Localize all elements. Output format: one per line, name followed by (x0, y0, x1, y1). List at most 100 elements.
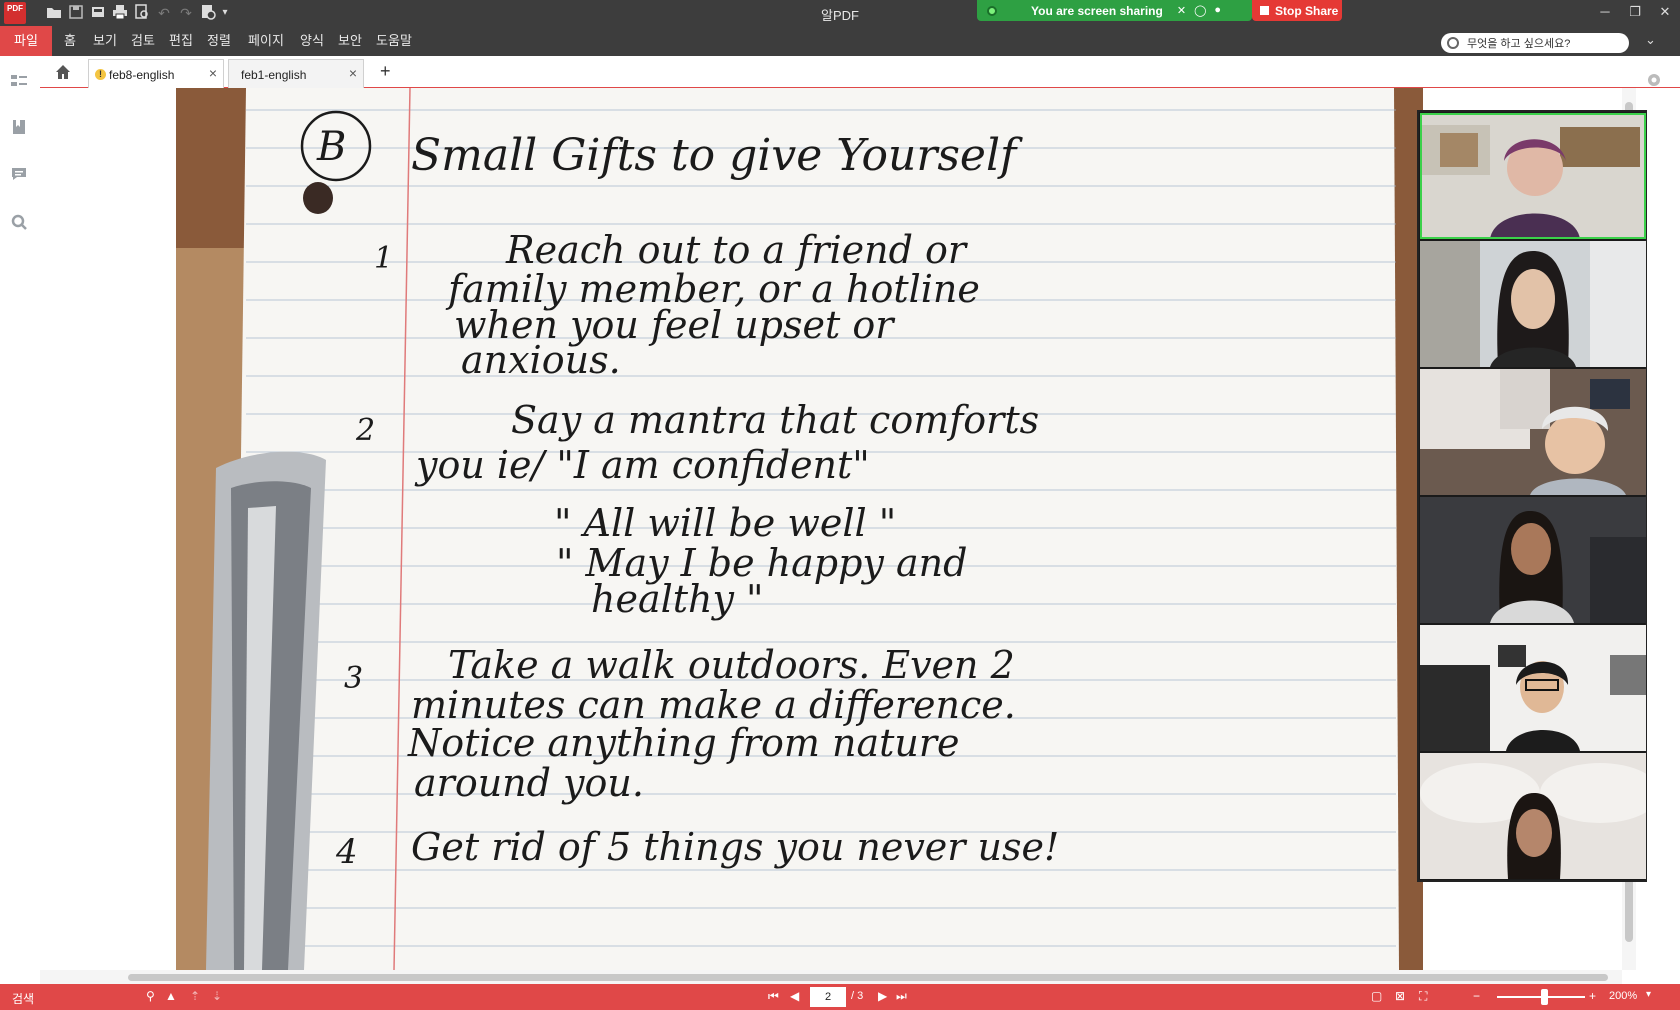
minimize-icon[interactable]: ─ (1590, 0, 1620, 24)
last-page-icon[interactable]: ⏭ (896, 989, 907, 1004)
next-page-icon[interactable]: ▶ (878, 989, 887, 1003)
video-tile-participant-2[interactable] (1420, 241, 1646, 367)
page-total: / 3 (851, 990, 864, 1002)
fit-width-icon[interactable]: ⛶ (1419, 989, 1427, 1004)
video-tile-participant-1[interactable] (1420, 113, 1646, 239)
thumbnails-icon[interactable] (10, 72, 28, 90)
customize-toolbar-icon[interactable]: ▾ (220, 3, 230, 23)
doc-line-7: you ie/ "I am confident" (414, 443, 870, 487)
share-status-text: You are screen sharing (1031, 3, 1163, 18)
close-tab-icon[interactable]: × (349, 65, 357, 81)
doc-line-14: around you. (414, 761, 644, 805)
warning-icon: ! (95, 69, 106, 80)
close-icon[interactable]: ✕ (1650, 0, 1680, 24)
undo-icon[interactable]: ↶ (154, 3, 174, 23)
tab-label: feb8-english (109, 68, 175, 82)
menu-bar: 파일 홈 보기 검토 편집 정렬 페이지 양식 보안 도움말 무엇을 하고 싶으… (0, 26, 1680, 56)
video-tile-participant-5[interactable] (1420, 625, 1646, 751)
document-tab-bar: ! feb8-english × feb1-english × + (40, 56, 1680, 88)
menu-arrange[interactable]: 정렬 (203, 26, 235, 56)
tab-label: feb1-english (241, 68, 307, 82)
first-page-icon[interactable]: ⏮ (768, 989, 779, 1004)
screen-share-banner[interactable]: You are screen sharing ✕ ◯ ● (977, 0, 1252, 21)
doc-line-2: Reach out to a friend or (505, 228, 969, 272)
single-page-view-icon[interactable]: ▢ (1371, 989, 1382, 1003)
save-icon[interactable] (66, 3, 86, 23)
close-tab-icon[interactable]: × (209, 65, 217, 81)
document-view[interactable]: B Small Gifts to give Yourself 1 Reach o… (40, 88, 1640, 970)
menu-view[interactable]: 보기 (88, 26, 122, 56)
zoom-in-icon[interactable]: + (1589, 989, 1596, 1003)
doc-line-10: healthy " (591, 577, 764, 621)
left-sidebar (0, 56, 40, 986)
stop-icon (1260, 6, 1269, 15)
pause-share-icon[interactable]: ◯ (1194, 4, 1206, 17)
mute-mic-icon[interactable]: ✕ (1177, 4, 1186, 17)
pdf-page: B Small Gifts to give Yourself 1 Reach o… (176, 88, 1423, 970)
item-number-4: 4 (335, 832, 358, 872)
video-tile-participant-6[interactable] (1420, 753, 1646, 879)
shield-icon[interactable]: ● (1214, 4, 1221, 17)
page-number-input[interactable]: 2 (810, 987, 846, 1007)
menu-edit[interactable]: 편집 (165, 26, 197, 56)
search-placeholder: 무엇을 하고 싶으세요? (1467, 38, 1571, 50)
section-letter: B (316, 124, 346, 170)
zoom-out-icon[interactable]: − (1473, 989, 1480, 1003)
menu-form[interactable]: 양식 (296, 26, 328, 56)
save-as-icon[interactable] (88, 3, 108, 23)
home-icon[interactable] (54, 63, 72, 81)
status-search-label: 검색 (12, 992, 35, 1006)
tab-feb8-english[interactable]: ! feb8-english × (88, 59, 224, 88)
find-down-icon[interactable]: ⇣ (212, 989, 222, 1003)
tab-feb1-english[interactable]: feb1-english × (228, 59, 364, 88)
video-tile-participant-3[interactable] (1420, 369, 1646, 495)
search-input[interactable]: 무엇을 하고 싶으세요? (1441, 33, 1629, 53)
new-tab-button[interactable]: + (380, 61, 391, 82)
doc-line-8: " All will be well " (554, 501, 896, 545)
menu-file[interactable]: 파일 (0, 26, 52, 56)
zoom-level[interactable]: 200% (1609, 990, 1637, 1002)
restore-icon[interactable]: ❐ (1620, 0, 1650, 24)
quick-access-toolbar: ↶ ↷ ▾ (44, 3, 230, 23)
horizontal-scrollbar[interactable] (40, 970, 1622, 984)
title-bar: PDF ↶ ↷ ▾ 알PDF You are screen sharing ✕ … (0, 0, 1680, 26)
doc-line-11: Take a walk outdoors. Even 2 (448, 643, 1015, 687)
item-number-2: 2 (355, 413, 375, 448)
video-tile-participant-4[interactable] (1420, 497, 1646, 623)
doc-line-6: Say a mantra that comforts (511, 398, 1039, 442)
app-logo[interactable]: PDF (4, 2, 26, 24)
ribbon-toggle-icon[interactable]: ⌄ (1645, 32, 1656, 48)
stop-share-label: Stop Share (1275, 3, 1339, 18)
find-previous-icon[interactable]: ▲ (165, 989, 177, 1003)
menu-help[interactable]: 도움말 (372, 26, 416, 56)
search-icon[interactable]: ⚲ (146, 989, 155, 1003)
fit-page-icon[interactable]: ⊠ (1395, 989, 1405, 1003)
scroll-thumb[interactable] (128, 974, 1608, 981)
print-preview-icon[interactable] (132, 3, 152, 23)
menu-security[interactable]: 보안 (334, 26, 366, 56)
stop-share-button[interactable]: Stop Share (1252, 0, 1342, 21)
doc-line-5: anxious. (461, 338, 621, 382)
bookmarks-icon[interactable] (10, 118, 28, 136)
doc-line-1: Small Gifts to give Yourself (411, 130, 1023, 181)
previous-page-icon[interactable]: ◀ (790, 989, 799, 1003)
find-up-icon[interactable]: ⇡ (190, 989, 200, 1003)
window-title: 알PDF (821, 8, 859, 23)
comments-icon[interactable] (10, 165, 28, 183)
menu-review[interactable]: 검토 (127, 26, 159, 56)
menu-home[interactable]: 홈 (56, 26, 84, 56)
gear-icon[interactable] (1645, 71, 1663, 89)
zoom-slider-thumb[interactable] (1541, 989, 1548, 1005)
search-icon (1447, 37, 1459, 49)
status-bar: 검색 ⚲ ▲ ⇡ ⇣ ⏮ ◀ 2 / 3 ▶ ⏭ ▢ ⊠ ⛶ − + 200% … (0, 984, 1680, 1010)
file-settings-icon[interactable] (198, 3, 218, 23)
search-panel-icon[interactable] (10, 213, 28, 231)
doc-line-15: Get rid of 5 things you never use! (411, 825, 1059, 869)
redo-icon[interactable]: ↷ (176, 3, 196, 23)
menu-page[interactable]: 페이지 (242, 26, 290, 56)
video-gallery (1417, 110, 1647, 882)
zoom-dropdown-icon[interactable]: ▾ (1646, 989, 1651, 1000)
print-icon[interactable] (110, 3, 130, 23)
open-folder-icon[interactable] (44, 3, 64, 23)
doc-line-13: Notice anything from nature (407, 721, 960, 765)
